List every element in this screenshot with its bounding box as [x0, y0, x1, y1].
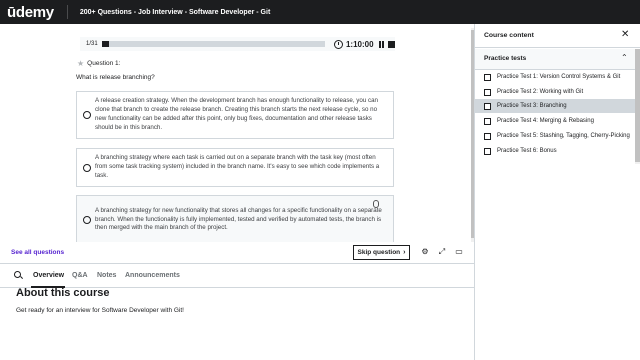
progress-bar-fill	[101, 41, 110, 47]
sidebar-scrollbar[interactable]	[635, 49, 640, 164]
tab-qa[interactable]: Q&A	[72, 272, 88, 279]
course-title[interactable]: 200+ Questions - Job Interview - Softwar…	[80, 9, 270, 16]
sidebar-item-label: Practice Test 3: Branching	[497, 103, 567, 109]
main-content: 1/31 1:10:00 ★ Question 1: What is relea…	[0, 24, 474, 360]
timer-text: 1:10:00	[345, 39, 374, 49]
checkbox[interactable]	[484, 132, 491, 140]
search-icon[interactable]	[14, 271, 21, 278]
about-title: About this course	[16, 287, 110, 299]
progress-bar	[101, 41, 325, 47]
radio-button[interactable]	[83, 111, 91, 119]
checkbox[interactable]	[484, 73, 491, 81]
tab-notes[interactable]: Notes	[97, 272, 116, 279]
sidebar-item-practice-test-4[interactable]: Practice Test 4: Merging & Rebasing	[475, 114, 635, 128]
quiz-panel: 1/31 1:10:00 ★ Question 1: What is relea…	[0, 24, 474, 245]
checkbox[interactable]	[484, 147, 491, 155]
sidebar-item-label: Practice Test 6: Bonus	[497, 148, 557, 154]
sidebar-item-practice-test-3[interactable]: Practice Test 3: Branching	[475, 99, 635, 113]
question-label: Question 1:	[87, 60, 121, 67]
answer-text: A branching strategy for new functionali…	[95, 206, 382, 232]
sidebar-title: Course content	[484, 32, 534, 39]
section-practice-tests[interactable]: Practice tests ⌃	[475, 49, 640, 70]
answer-text: A branching strategy where each task is …	[95, 154, 380, 179]
course-content-sidebar: Course content ✕ Practice tests ⌃ Practi…	[474, 24, 640, 360]
tab-announcements[interactable]: Announcements	[125, 272, 180, 279]
checkbox[interactable]	[484, 88, 491, 96]
quiz-progress-row: 1/31 1:10:00	[80, 37, 395, 51]
scrollbar-thumb[interactable]	[635, 49, 640, 162]
timer-icon	[333, 39, 343, 49]
sidebar-item-label: Practice Test 1: Version Control Systems…	[497, 74, 621, 80]
sidebar-item-practice-test-6[interactable]: Practice Test 6: Bonus	[475, 144, 635, 158]
header-divider	[66, 5, 68, 19]
pause-icon[interactable]	[378, 40, 385, 48]
top-bar: ūdemy 200+ Questions - Job Interview - S…	[0, 0, 640, 24]
sidebar-item-label: Practice Test 4: Merging & Rebasing	[497, 118, 594, 124]
question-counter: 1/31	[86, 41, 98, 47]
theatre-mode-icon[interactable]: ▭	[454, 247, 464, 257]
answer-option-3[interactable]: A branching strategy for new functionali…	[76, 195, 394, 245]
sidebar-item-practice-test-5[interactable]: Practice Test 5: Stashing, Tagging, Cher…	[475, 129, 635, 143]
quiz-footer: See all questions Skip question › ⚙ ⤢ ▭	[0, 242, 474, 264]
checkbox[interactable]	[484, 117, 491, 125]
answer-text: A release creation strategy. When the de…	[95, 97, 378, 131]
sidebar-item-label: Practice Test 5: Stashing, Tagging, Cher…	[497, 133, 630, 139]
checkbox[interactable]	[484, 102, 491, 110]
sidebar-item-practice-test-2[interactable]: Practice Test 2: Working with Git	[475, 85, 635, 99]
close-icon[interactable]: ✕	[621, 29, 629, 41]
mouse-cursor-icon	[373, 200, 379, 208]
sidebar-item-practice-test-1[interactable]: Practice Test 1: Version Control Systems…	[475, 70, 635, 84]
about-description: Get ready for an interview for Software …	[16, 307, 184, 314]
radio-button[interactable]	[83, 163, 91, 172]
skip-question-label: Skip question	[357, 249, 401, 256]
stop-icon[interactable]	[388, 40, 395, 48]
tab-overview[interactable]: Overview	[33, 272, 64, 279]
question-text: What is release branching?	[76, 74, 155, 81]
chevron-up-icon[interactable]: ⌃	[621, 53, 628, 62]
course-tabs: Overview Q&A Notes Announcements	[0, 264, 474, 288]
sidebar-item-label: Practice Test 2: Working with Git	[497, 89, 584, 95]
answer-option-1[interactable]: A release creation strategy. When the de…	[76, 91, 394, 139]
skip-question-button[interactable]: Skip question ›	[353, 245, 410, 260]
sidebar-header: Course content ✕	[475, 24, 640, 48]
radio-button[interactable]	[83, 216, 91, 224]
star-icon[interactable]: ★	[77, 59, 84, 68]
expand-icon[interactable]: ⤢	[437, 247, 447, 257]
see-all-questions-link[interactable]: See all questions	[11, 249, 64, 256]
answer-option-2[interactable]: A branching strategy where each task is …	[76, 148, 394, 187]
question-label-row: ★ Question 1:	[77, 59, 120, 68]
udemy-logo[interactable]: ūdemy	[7, 4, 54, 21]
section-title: Practice tests	[484, 55, 527, 62]
settings-gear-icon[interactable]: ⚙	[420, 247, 430, 257]
chevron-right-icon: ›	[403, 249, 406, 256]
